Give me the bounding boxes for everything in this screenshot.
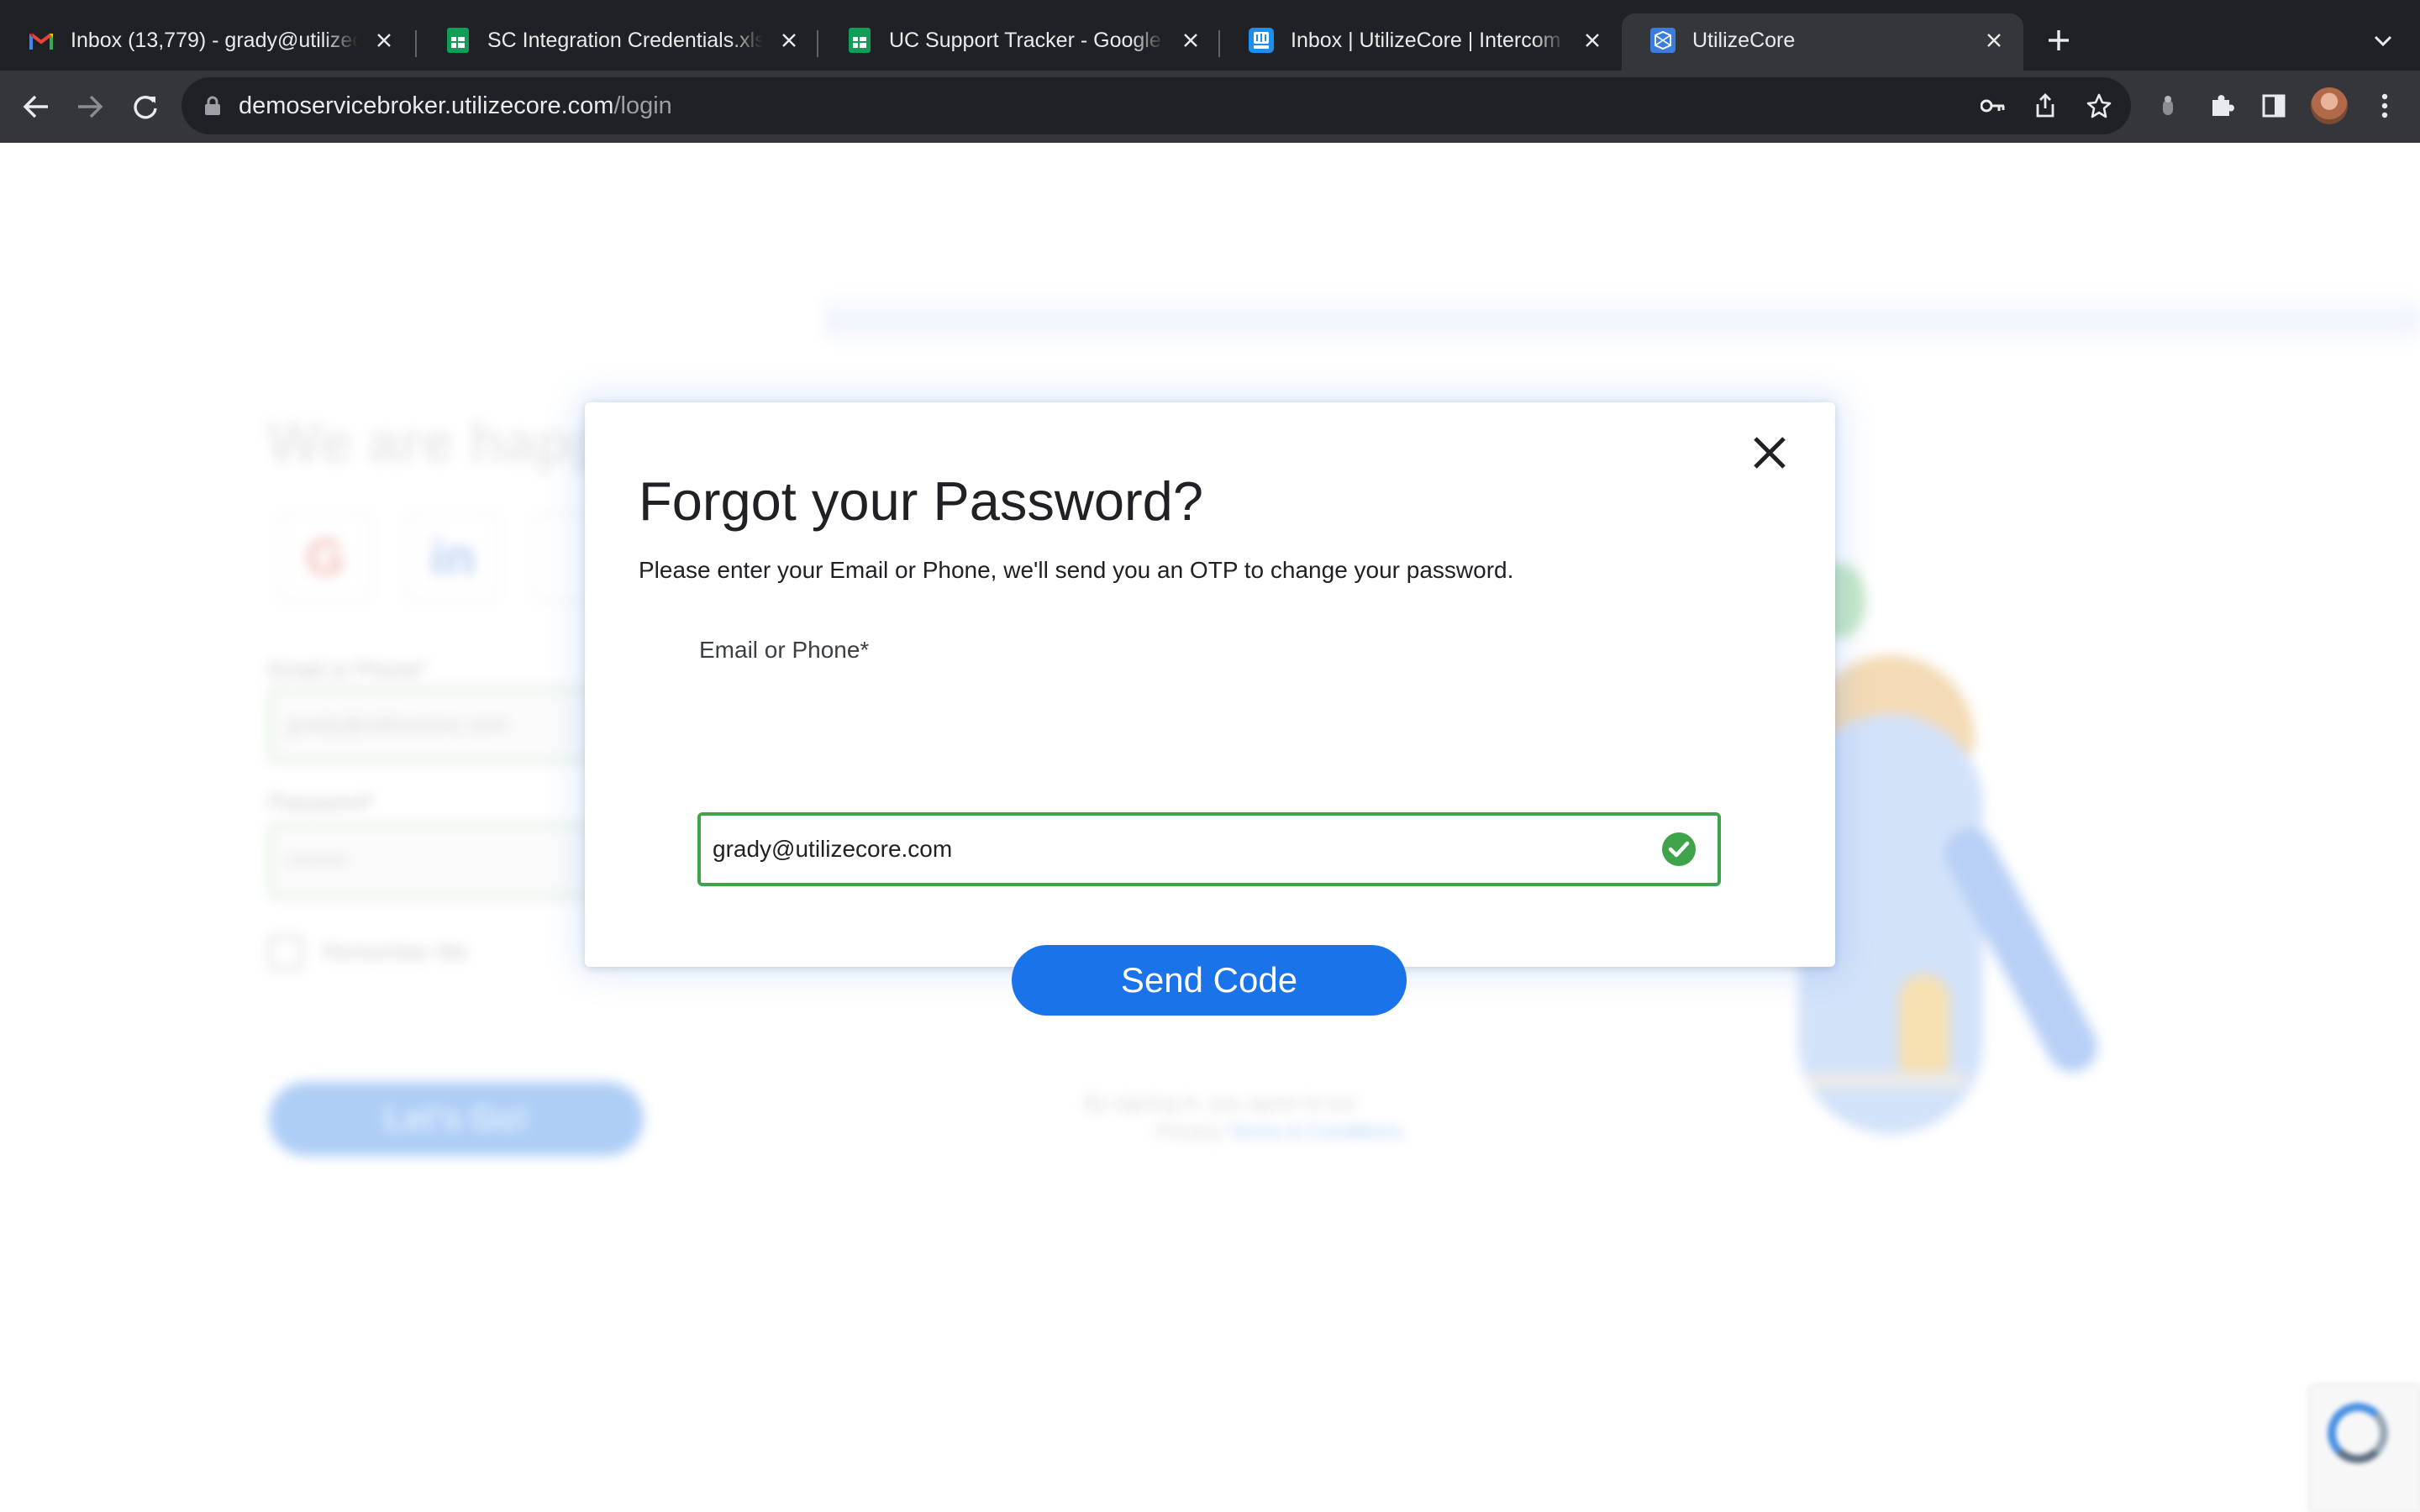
- plus-icon: [2049, 30, 2069, 50]
- extension-status-icon: [2163, 96, 2173, 115]
- bookmark-button[interactable]: [2084, 91, 2114, 121]
- profile-avatar[interactable]: [2311, 87, 2348, 124]
- star-icon: [2086, 93, 2112, 118]
- recaptcha-icon: [2328, 1403, 2388, 1463]
- google-sheets-icon: [847, 28, 872, 53]
- close-dialog-button[interactable]: [1748, 431, 1791, 475]
- chevron-down-icon: [2374, 35, 2392, 47]
- extension-button[interactable]: [2151, 89, 2185, 123]
- share-button[interactable]: [2030, 91, 2060, 121]
- tab-gmail-inbox[interactable]: Inbox (13,779) - grady@utilizecore.com: [0, 13, 413, 77]
- tab-title: Inbox | UtilizeCore | Intercom: [1291, 28, 1561, 52]
- send-code-button[interactable]: Send Code: [1012, 945, 1407, 1016]
- arrow-right-icon: [78, 95, 103, 118]
- share-icon: [2036, 93, 2054, 118]
- tab-search-button[interactable]: [2368, 25, 2398, 55]
- forward-button[interactable]: [71, 87, 109, 126]
- tab-title: UtilizeCore: [1692, 28, 1796, 52]
- intercom-icon: [1249, 28, 1274, 53]
- arrow-left-icon: [23, 95, 48, 118]
- password-key-button[interactable]: [1978, 91, 2008, 121]
- email-or-phone-field[interactable]: [697, 812, 1721, 886]
- close-tab-icon[interactable]: [1981, 28, 2007, 53]
- lock-icon: [205, 96, 220, 115]
- reload-button[interactable]: [126, 87, 165, 126]
- tab-intercom-inbox[interactable]: Inbox | UtilizeCore | Intercom: [1220, 13, 1622, 77]
- check-circle-icon: [1662, 832, 1696, 866]
- reload-icon: [134, 96, 157, 119]
- browser-toolbar: demoservicebroker.utilizecore.com/login: [0, 71, 2420, 143]
- utilizecore-icon: [1650, 28, 1676, 53]
- more-vertical-icon: [2381, 93, 2388, 118]
- recaptcha-badge[interactable]: [2311, 1386, 2420, 1512]
- new-tab-button[interactable]: [2042, 24, 2075, 57]
- close-tab-icon[interactable]: [1580, 28, 1605, 53]
- dialog-description: Please enter your Email or Phone, we'll …: [639, 557, 1514, 583]
- close-tab-icon[interactable]: [776, 28, 802, 53]
- email-or-phone-label: Email or Phone*: [699, 637, 870, 663]
- close-tab-icon[interactable]: [371, 28, 397, 53]
- tab-title: Inbox (13,779) - grady@utilizecore.com: [71, 28, 358, 52]
- google-sheets-icon: [445, 28, 471, 53]
- tab-uc-support-tracker[interactable]: UC Support Tracker - Google Sheets: [818, 13, 1220, 77]
- tab-title: SC Integration Credentials.xlsx: [487, 28, 763, 52]
- side-panel-button[interactable]: [2257, 89, 2291, 123]
- close-tab-icon[interactable]: [1178, 28, 1203, 53]
- browser-menu-button[interactable]: [2368, 89, 2402, 123]
- url-host: demoservicebroker.utilizecore.com: [239, 92, 614, 119]
- dialog-title: Forgot your Password?: [639, 470, 1203, 532]
- url-text: demoservicebroker.utilizecore.com/login: [239, 92, 672, 120]
- email-or-phone-input[interactable]: [713, 816, 1654, 883]
- gmail-icon: [29, 28, 54, 53]
- address-bar[interactable]: demoservicebroker.utilizecore.com/login: [182, 77, 2131, 134]
- key-icon: [1981, 99, 2005, 113]
- tab-title: UC Support Tracker - Google Sheets: [889, 28, 1165, 52]
- extensions-menu-button[interactable]: [2205, 89, 2238, 123]
- close-icon: [1754, 437, 1786, 469]
- tab-utilizecore[interactable]: UtilizeCore: [1622, 13, 2023, 71]
- tab-sc-integration-credentials[interactable]: SC Integration Credentials.xlsx: [417, 13, 818, 77]
- back-button[interactable]: [17, 87, 55, 126]
- side-panel-icon: [2262, 94, 2286, 118]
- puzzle-icon: [2212, 95, 2234, 116]
- browser-tab-strip: Inbox (13,779) - grady@utilizecore.com S…: [0, 0, 2420, 77]
- url-path: /login: [613, 92, 672, 119]
- forgot-password-dialog: Forgot your Password? Please enter your …: [585, 402, 1835, 1016]
